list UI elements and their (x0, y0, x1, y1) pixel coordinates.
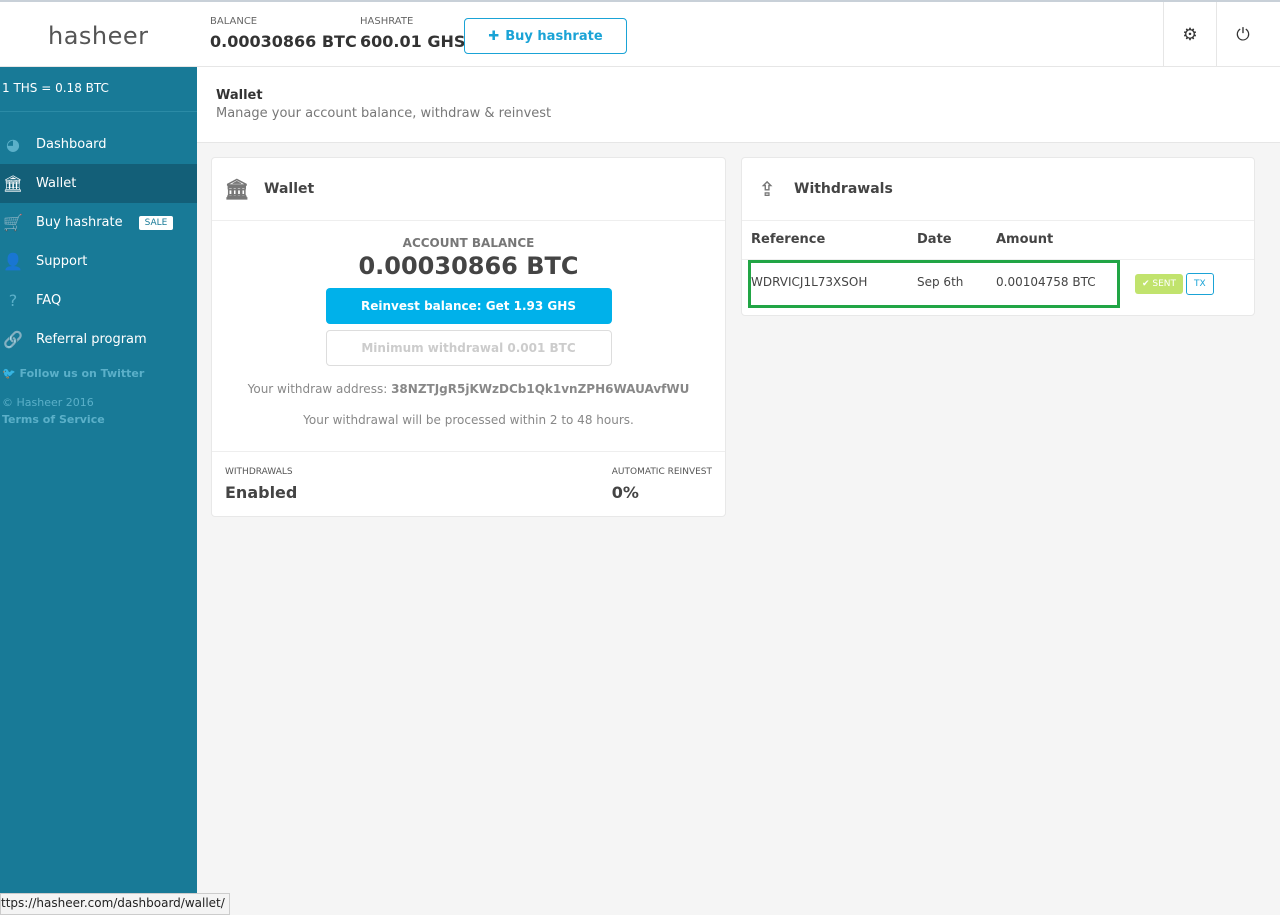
balance-stat: BALANCE 0.00030866 BTC (210, 16, 357, 51)
rate-info: 1 THS = 0.18 BTC (0, 67, 197, 112)
account-balance-value: 0.00030866 BTC (358, 252, 579, 280)
twitter-label: Follow us on Twitter (19, 367, 145, 380)
settings-button[interactable]: ⚙ (1163, 2, 1216, 68)
sidebar-nav: ◕ Dashboard 🏛 Wallet 🛒 Buy hashrate SALE 👤 Su… (0, 125, 197, 359)
table-header: Reference Date Amount (742, 221, 1254, 260)
balance-value: 0.00030866 BTC (210, 32, 357, 51)
bank-icon: 🏛 (224, 177, 250, 201)
wallet-settings: WITHDRAWALS Enabled AUTOMATIC REINVEST 0… (212, 451, 725, 517)
sale-badge: SALE (138, 215, 174, 230)
sidebar-footer: © Hasheer 2016 Terms of Service (0, 394, 197, 428)
sidebar-item-wallet[interactable]: 🏛 Wallet (0, 164, 197, 203)
sidebar-item-support[interactable]: 👤 Support (0, 242, 197, 281)
withdrawals-card-header: ⇪ Withdrawals (742, 158, 1254, 221)
sidebar-item-dashboard[interactable]: ◕ Dashboard (0, 125, 197, 164)
buy-hashrate-label: Buy hashrate (505, 28, 603, 44)
withdrawals-status-label: WITHDRAWALS (225, 467, 293, 477)
gear-icon: ⚙ (1182, 25, 1198, 45)
status-bar-url: ttps://hasheer.com/dashboard/wallet/ (0, 893, 230, 915)
sidebar: 1 THS = 0.18 BTC ◕ Dashboard 🏛 Wallet 🛒 Buy… (0, 67, 197, 915)
sidebar-item-label: Support (36, 254, 88, 269)
withdrawals-card: ⇪ Withdrawals Reference Date Amount WDRVI… (741, 157, 1255, 316)
wallet-card-title: Wallet (264, 181, 315, 197)
wallet-card-header: 🏛 Wallet (212, 158, 725, 221)
sidebar-item-label: Referral program (36, 332, 147, 347)
page-subtitle: Manage your account balance, withdraw & … (216, 106, 552, 121)
sidebar-item-label: Wallet (36, 176, 77, 191)
hashrate-stat: HASHRATE 600.01 GHS (360, 16, 465, 51)
question-icon: ? (8, 291, 18, 310)
sidebar-item-label: Dashboard (36, 137, 107, 152)
reinvest-button[interactable]: Reinvest balance: Get 1.93 GHS (325, 288, 612, 324)
user-icon: 👤 (3, 252, 23, 271)
bank-icon: 🏛 (2, 174, 24, 193)
sidebar-item-referral[interactable]: 🔗 Referral program (0, 320, 197, 359)
twitter-link[interactable]: 🐦 Follow us on Twitter (0, 367, 197, 380)
link-icon: 🔗 (3, 330, 23, 349)
sidebar-item-label: Buy hashrate (36, 215, 123, 230)
hashrate-label: HASHRATE (360, 16, 414, 27)
withdrawals-status-value: Enabled (225, 483, 298, 502)
withdrawals-card-title: Withdrawals (794, 181, 893, 197)
column-reference: Reference (742, 221, 917, 260)
sent-label: SENT (1152, 278, 1177, 289)
withdraw-address-label: Your withdraw address: (247, 382, 388, 396)
dashboard-icon: ◕ (6, 135, 20, 154)
plus-icon: ✚ (488, 28, 500, 44)
hashrate-value: 600.01 GHS (360, 32, 466, 51)
sidebar-item-label: FAQ (36, 293, 62, 308)
auto-reinvest-value: 0% (611, 483, 639, 502)
top-bar: hasheer BALANCE 0.00030866 BTC HASHRATE … (0, 0, 1280, 68)
withdrawals-status: WITHDRAWALS Enabled (225, 467, 297, 502)
twitter-icon: 🐦 (2, 367, 20, 380)
withdraw-address-line: Your withdraw address: 38NZTJgR5jKWzDCb1… (212, 382, 725, 396)
logout-button[interactable]: ⏻ (1216, 2, 1269, 68)
withdraw-button[interactable]: Minimum withdrawal 0.001 BTC (325, 330, 612, 366)
withdraw-address: 38NZTJgR5jKWzDCb1Qk1vnZPH6WAUAvfWU (391, 382, 690, 396)
terms-link[interactable]: Terms of Service (2, 411, 197, 428)
sent-badge: ✔ SENT (1135, 273, 1184, 294)
auto-reinvest-label: AUTOMATIC REINVEST (611, 467, 712, 477)
logo[interactable]: hasheer (48, 22, 149, 50)
wallet-card: 🏛 Wallet ACCOUNT BALANCE 0.00030866 BTC R… (211, 157, 726, 517)
sidebar-item-faq[interactable]: ? FAQ (0, 281, 197, 320)
buy-hashrate-button[interactable]: ✚ Buy hashrate (464, 18, 627, 54)
highlight-box (748, 260, 1120, 308)
auto-reinvest: AUTOMATIC REINVEST 0% (612, 467, 712, 502)
page-header: Wallet Manage your account balance, with… (197, 67, 1280, 143)
column-date: Date (917, 221, 996, 260)
column-actions (1135, 221, 1254, 260)
copyright: © Hasheer 2016 (2, 396, 94, 409)
power-icon: ⏻ (1236, 25, 1250, 45)
upload-icon: ⇪ (758, 177, 776, 201)
tx-button[interactable]: TX (1186, 272, 1214, 295)
sidebar-item-buy-hashrate[interactable]: 🛒 Buy hashrate SALE (0, 203, 197, 242)
balance-label: BALANCE (210, 16, 258, 27)
row-actions: ✔ SENT TX (1135, 259, 1254, 304)
column-amount: Amount (996, 221, 1135, 260)
cart-icon: 🛒 (3, 213, 23, 232)
processing-note: Your withdrawal will be processed within… (303, 413, 634, 427)
account-balance-label: ACCOUNT BALANCE (402, 236, 535, 250)
page-title: Wallet (216, 88, 263, 103)
